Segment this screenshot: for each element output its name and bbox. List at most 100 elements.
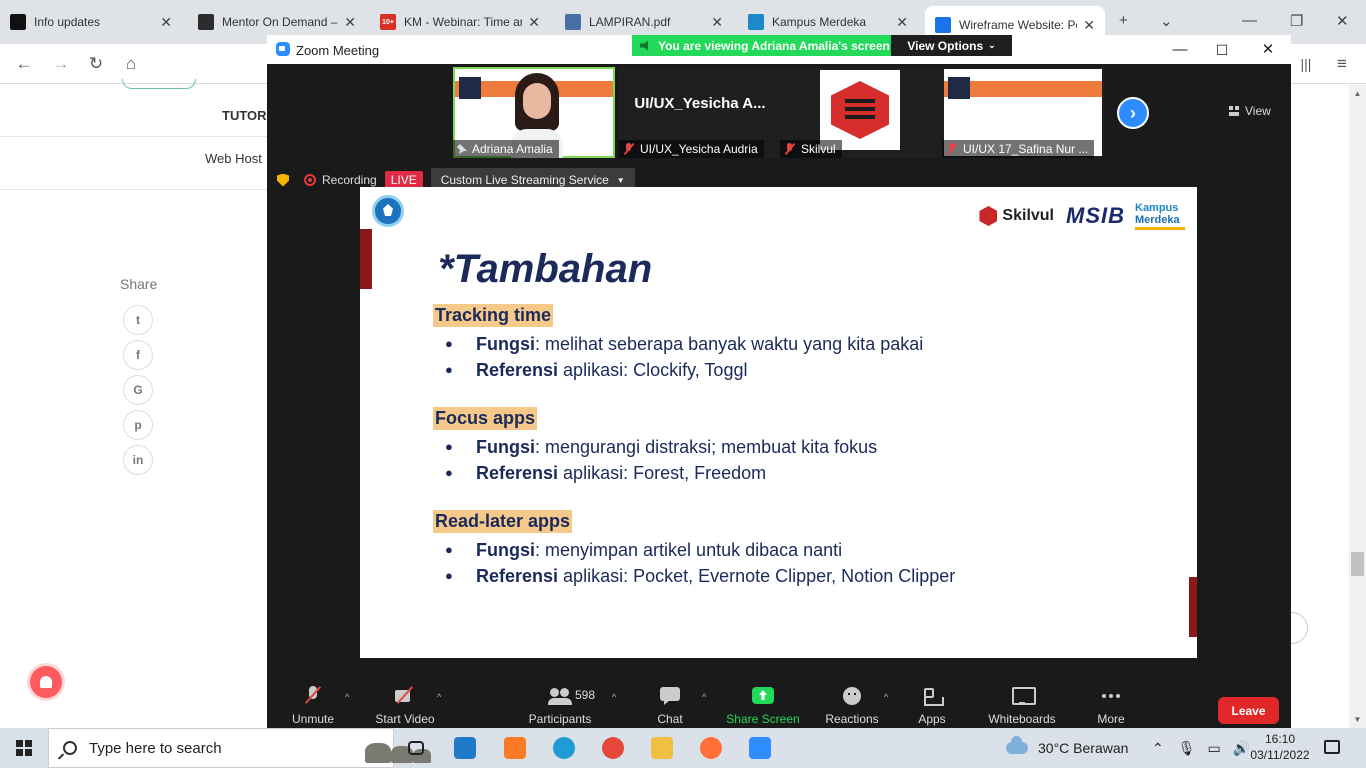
caret-up-icon[interactable]: ^ [437, 692, 441, 702]
kampus-merdeka-icon [748, 14, 764, 30]
bullet-item: Referensi aplikasi: Pocket, Evernote Cli… [433, 563, 955, 589]
xampp-icon[interactable] [499, 732, 531, 764]
bullet-bold: Referensi [476, 566, 559, 586]
chrome-icon[interactable] [597, 732, 629, 764]
taskbar-clock[interactable]: 16:10 03/11/2022 [1248, 731, 1312, 763]
recording-label[interactable]: Recording [322, 173, 377, 187]
gallery-view-icon [1229, 106, 1239, 116]
participants-button[interactable]: 598 Participants [515, 686, 605, 726]
pinterest-icon[interactable]: p [123, 410, 153, 440]
bullet-item: Referensi aplikasi: Clockify, Toggl [433, 357, 923, 383]
browser-minimize-icon[interactable]: — [1242, 12, 1257, 29]
mic-muted-icon [301, 686, 325, 706]
participant-strip: Adriana Amalia UI/UX_Yesicha A... UI/UX_… [267, 64, 1291, 160]
browser-restore-icon[interactable]: ❐ [1290, 12, 1303, 30]
twitter-icon[interactable]: t [123, 305, 153, 335]
facebook-icon[interactable]: f [123, 340, 153, 370]
tab-list-icon[interactable]: ⌄ [1160, 12, 1173, 30]
participant-tile-safina[interactable]: UI/UX 17_Safina Nur ... [942, 67, 1104, 158]
view-options-label: View Options [907, 38, 984, 53]
new-tab-icon[interactable]: + [1119, 12, 1128, 29]
tab-close-icon[interactable]: ✕ [344, 14, 356, 31]
scrollbar-thumb[interactable] [1351, 552, 1364, 576]
whiteboards-button[interactable]: Whiteboards [977, 686, 1067, 726]
participants-icon [548, 686, 572, 706]
taskbar-search[interactable]: Type here to search [48, 728, 431, 768]
view-options-button[interactable]: View Options ⌄ [891, 35, 1012, 56]
linkedin-icon[interactable]: in [123, 445, 153, 475]
tab-close-icon[interactable]: ✕ [528, 14, 540, 31]
chevron-up-icon[interactable]: ⌃ [1152, 740, 1164, 757]
weather-text: 30°C Berawan [1038, 740, 1129, 756]
caret-up-icon[interactable]: ^ [345, 692, 349, 702]
caret-up-icon[interactable]: ^ [612, 692, 616, 702]
battery-icon[interactable]: ▭ [1208, 740, 1221, 757]
scroll-down-arrow-icon[interactable]: ▼ [1351, 714, 1364, 726]
participant-name-tag: UI/UX 17_Safina Nur ... [942, 140, 1095, 158]
participant-tile-skilvul[interactable]: Skilvul [780, 67, 942, 158]
apps-button[interactable]: Apps [887, 686, 977, 726]
browser-tab[interactable]: Info updates ✕ [0, 8, 182, 36]
back-arrow-icon[interactable]: ← [13, 53, 35, 75]
bullet-item: Referensi aplikasi: Forest, Freedom [433, 460, 877, 486]
more-button[interactable]: More [1066, 686, 1156, 726]
leave-button[interactable]: Leave [1218, 697, 1279, 724]
browser-tab[interactable]: 10+ KM - Webinar: Time and ✕ [370, 8, 550, 36]
close-icon[interactable]: ✕ [1258, 40, 1278, 60]
toolbar-label: Chat [657, 712, 683, 726]
reload-icon[interactable]: ↻ [85, 53, 107, 75]
tab-close-icon[interactable]: ✕ [711, 14, 723, 31]
start-button[interactable] [0, 728, 48, 768]
toolbar-label: Apps [918, 712, 946, 726]
microphone-icon[interactable]: 🎙 [1178, 740, 1196, 757]
weather-widget[interactable]: 30°C Berawan [1006, 728, 1128, 768]
tab-close-icon[interactable]: ✕ [160, 14, 172, 31]
google-icon[interactable]: G [123, 375, 153, 405]
browser-tab[interactable]: LAMPIRAN.pdf ✕ [555, 8, 733, 36]
security-shield-icon[interactable] [277, 173, 289, 187]
tab-close-icon[interactable]: ✕ [1083, 17, 1095, 34]
browser-close-icon[interactable]: ✕ [1336, 12, 1349, 30]
figma-icon [198, 14, 214, 30]
participant-tile-adriana[interactable]: Adriana Amalia [453, 67, 615, 158]
tab-close-icon[interactable]: ✕ [896, 14, 908, 31]
slide-accent-bar [360, 229, 372, 289]
web-cta-button[interactable] [122, 79, 196, 89]
next-page-arrow-icon[interactable]: › [1117, 97, 1149, 129]
bullet-text: aplikasi: Pocket, Evernote Clipper, Noti… [558, 566, 956, 586]
menu-icon[interactable]: ≡ [1331, 53, 1353, 75]
maximize-icon[interactable]: ☐ [1212, 40, 1232, 60]
home-icon[interactable]: ⌂ [120, 53, 142, 75]
edge-icon[interactable] [548, 732, 580, 764]
forward-arrow-icon[interactable]: → [50, 53, 72, 75]
page-scrollbar[interactable] [1349, 85, 1366, 728]
firefox-icon[interactable] [695, 732, 727, 764]
zoom-toolbar: Leave Unmute ^ Start Video ^ 598 Participants… [267, 680, 1291, 728]
minimize-icon[interactable]: — [1170, 40, 1190, 60]
file-explorer-icon[interactable] [646, 732, 678, 764]
slide-accent-bar [1189, 577, 1197, 637]
participant-tile-yesicha[interactable]: UI/UX_Yesicha A... UI/UX_Yesicha Audria [619, 67, 781, 158]
task-view-icon[interactable] [400, 732, 432, 764]
toolbar-label: Participants [528, 712, 592, 726]
zoom-icon[interactable] [744, 732, 776, 764]
notification-bell-icon[interactable] [30, 666, 62, 698]
tut-wuri-logo [372, 195, 404, 227]
notification-center-icon[interactable] [1324, 740, 1340, 754]
browser-tab[interactable]: Mentor On Demand – Fi ✕ [188, 8, 366, 36]
viewing-banner-text: You are viewing Adriana Amalia's screen [658, 38, 890, 53]
share-screen-button[interactable]: Share Screen [718, 686, 808, 726]
windows-taskbar: Type here to search 30°C Berawan ⌃ 🎙 ▭ 🔊… [0, 728, 1366, 768]
web-menu-item[interactable]: TUTORI [222, 108, 270, 123]
scroll-up-arrow-icon[interactable]: ▲ [1351, 88, 1364, 100]
mic-muted-icon [784, 143, 796, 155]
browser-tab[interactable]: Kampus Merdeka ✕ [738, 8, 918, 36]
library-icon[interactable]: ||| [1295, 53, 1317, 75]
caret-up-icon[interactable]: ^ [702, 692, 706, 702]
mic-muted-icon [946, 143, 958, 155]
section-heading: Tracking time [433, 304, 554, 327]
view-button[interactable]: View [1229, 104, 1271, 118]
participant-name-tag: Adriana Amalia [453, 140, 559, 158]
vscode-icon[interactable] [449, 732, 481, 764]
km-tagline-bar [1135, 227, 1185, 230]
